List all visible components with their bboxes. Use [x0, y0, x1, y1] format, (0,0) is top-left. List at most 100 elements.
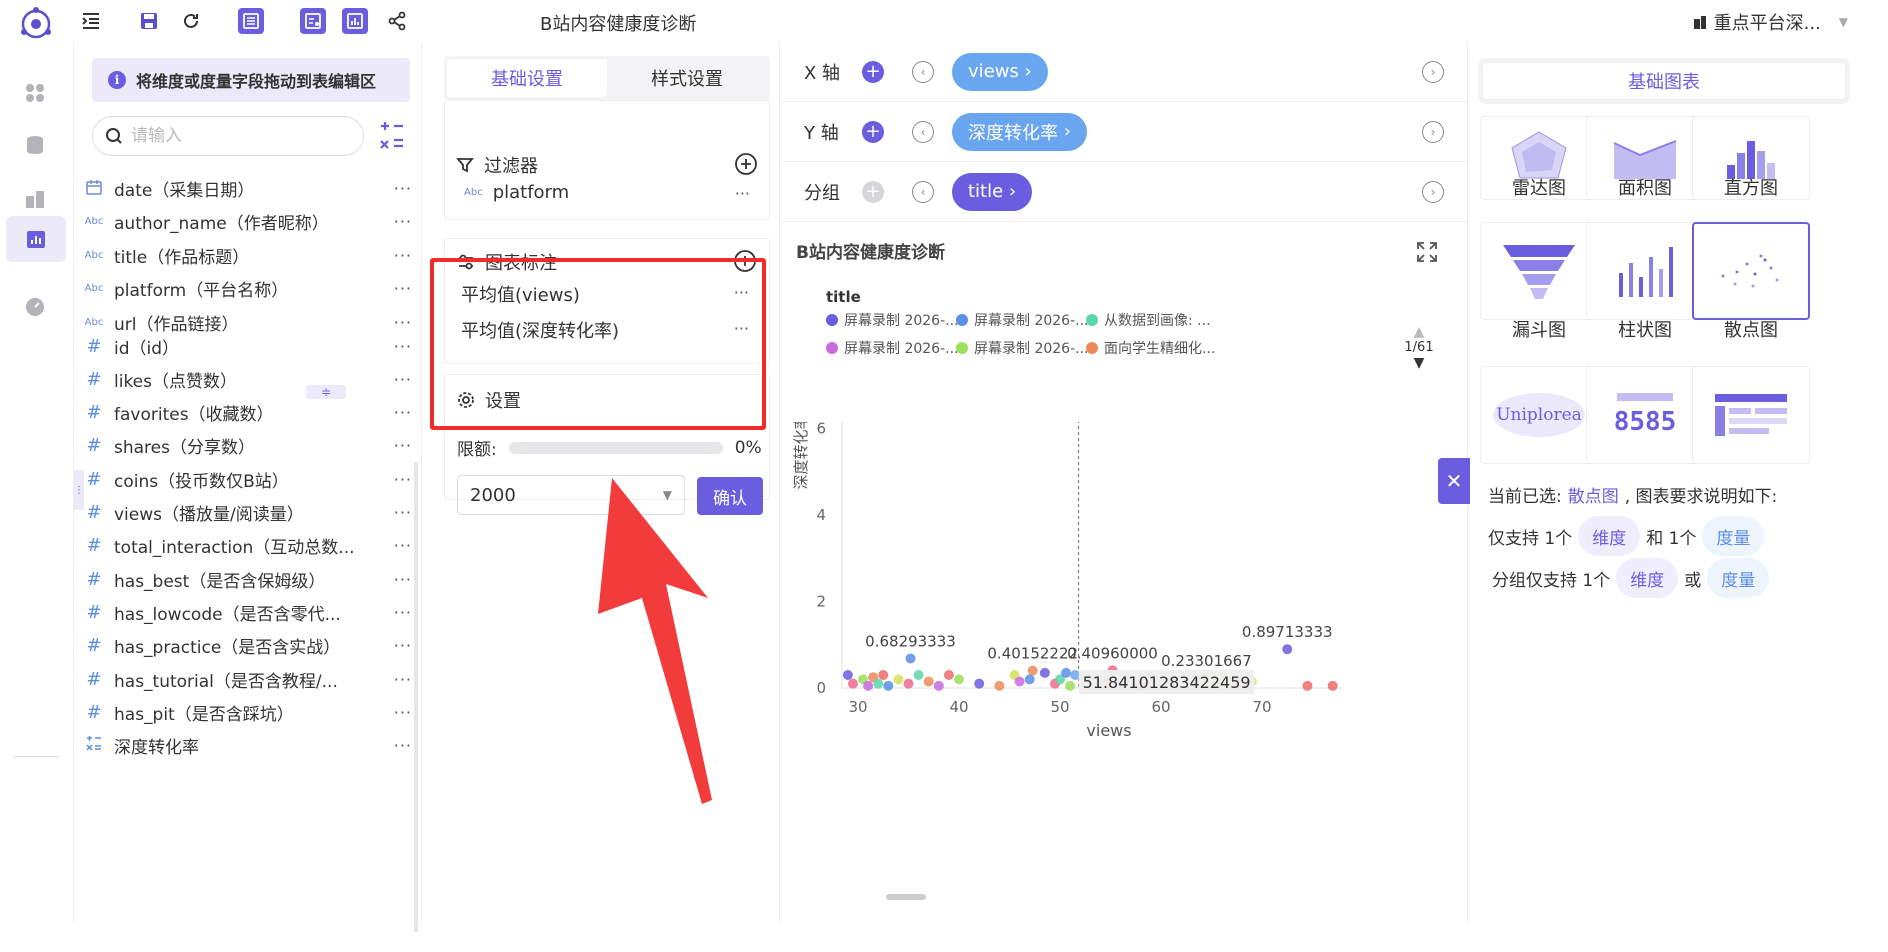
- number-type-icon: #: [86, 635, 102, 657]
- more-icon[interactable]: ···: [394, 279, 412, 298]
- refresh-icon[interactable]: [178, 8, 204, 34]
- chevron-right-icon[interactable]: ›: [1422, 60, 1444, 83]
- measure-field[interactable]: # shares（分享数） ···: [82, 430, 412, 462]
- legend-swatch: [956, 342, 968, 354]
- measure-field[interactable]: # has_practice（是否含实战） ···: [82, 630, 412, 662]
- tab-style-settings[interactable]: 样式设置: [607, 59, 767, 97]
- measure-field[interactable]: # has_lowcode（是否含零代... ···: [82, 596, 412, 628]
- chevron-left-icon[interactable]: ‹: [912, 180, 934, 203]
- field-search[interactable]: [92, 116, 364, 156]
- chart-type-wordcloud[interactable]: Uniplorea: [1480, 366, 1598, 464]
- chart-type-funnel[interactable]: [1480, 222, 1598, 320]
- field-search-input[interactable]: [131, 126, 331, 146]
- table-view-icon[interactable]: [238, 8, 264, 34]
- horizontal-scrollbar[interactable]: [886, 894, 926, 900]
- add-x-field-icon[interactable]: +: [862, 60, 884, 83]
- more-icon[interactable]: ···: [394, 403, 412, 422]
- share-icon[interactable]: [384, 8, 410, 34]
- legend-item[interactable]: 屏幕录制 2026-...: [956, 310, 1088, 330]
- toggle-sidebar-icon[interactable]: [78, 8, 104, 34]
- legend-label: 屏幕录制 2026-...: [974, 313, 1089, 329]
- more-icon[interactable]: ···: [394, 603, 412, 622]
- number-type-icon: #: [86, 502, 102, 523]
- chevron-left-icon[interactable]: ‹: [912, 120, 934, 143]
- more-icon[interactable]: ···: [394, 370, 412, 389]
- limit-input[interactable]: 2000 ▼: [457, 475, 685, 515]
- filter-icon: [456, 158, 474, 173]
- measure-field[interactable]: # likes（点赞数） ···: [82, 363, 412, 395]
- field-list-scrollbar[interactable]: [414, 462, 418, 932]
- dashboard-icon[interactable]: [20, 184, 50, 214]
- x-field-pill[interactable]: views ›: [952, 52, 1048, 91]
- confirm-button[interactable]: 确认: [697, 477, 763, 515]
- tab-basic-settings[interactable]: 基础设置: [447, 59, 607, 97]
- measure-field[interactable]: # favorites（收藏数） ···: [82, 397, 412, 429]
- measure-field[interactable]: # has_tutorial（是否含教程/... ···: [82, 663, 412, 695]
- chevron-down-icon[interactable]: ▼: [663, 488, 672, 502]
- more-icon[interactable]: ···: [394, 246, 412, 265]
- legend-item[interactable]: 屏幕录制 2026-...: [826, 338, 958, 358]
- more-icon[interactable]: ···: [394, 313, 412, 332]
- page-up-icon[interactable]: ▲: [1394, 324, 1444, 340]
- measure-field[interactable]: # has_best（是否含保姆级） ···: [82, 563, 412, 595]
- measure-field[interactable]: # total_interaction（互动总数... ···: [82, 530, 412, 562]
- more-icon[interactable]: ···: [735, 184, 750, 203]
- more-icon[interactable]: ···: [394, 536, 412, 555]
- legend-item[interactable]: 屏幕录制 2026-...: [826, 310, 958, 330]
- data-label: 0.89713333: [1242, 623, 1333, 641]
- chevron-right-icon[interactable]: ›: [1422, 180, 1444, 203]
- close-gallery-icon[interactable]: ✕: [1438, 458, 1470, 504]
- group-field-pill[interactable]: title ›: [952, 172, 1033, 211]
- measure-field[interactable]: # coins（投币数仅B站） ···: [82, 463, 412, 495]
- legend-item[interactable]: 从数据到画像: ...: [1086, 310, 1211, 330]
- dimension-field[interactable]: Abc platform（平台名称） ···: [82, 273, 412, 305]
- y-axis-row: Y 轴 + ‹ 深度转化率 › ›: [782, 102, 1468, 162]
- measure-field[interactable]: 深度转化率 ···: [82, 730, 412, 762]
- legend-item[interactable]: 面向学生精细化...: [1086, 338, 1215, 358]
- more-icon[interactable]: ···: [394, 670, 412, 689]
- workspace-selector[interactable]: 重点平台深... ▼: [1692, 9, 1848, 35]
- save-icon[interactable]: [136, 8, 162, 34]
- chart-type-table[interactable]: [1692, 366, 1810, 464]
- chart-type-bar[interactable]: [1586, 222, 1704, 320]
- apps-icon[interactable]: [20, 78, 50, 108]
- measure-field[interactable]: # views（播放量/阅读量） ···: [82, 497, 412, 529]
- more-icon[interactable]: ···: [394, 179, 412, 198]
- number-type-icon: #: [86, 435, 102, 457]
- more-icon[interactable]: ···: [394, 703, 412, 722]
- fullscreen-icon[interactable]: [1415, 240, 1439, 264]
- filter-item[interactable]: Abc platform: [464, 182, 569, 203]
- selected-chart-name[interactable]: 散点图: [1568, 482, 1619, 507]
- add-calculated-field-icon[interactable]: [378, 120, 406, 150]
- more-icon[interactable]: ···: [394, 736, 412, 755]
- chevron-left-icon[interactable]: ‹: [912, 60, 934, 83]
- measure-field[interactable]: # id（id） ···: [82, 330, 412, 362]
- dimension-field[interactable]: Abc author_name（作者昵称） ···: [82, 206, 412, 238]
- chart-type-scatter[interactable]: [1692, 222, 1810, 320]
- chart-view-icon[interactable]: [342, 8, 368, 34]
- app-logo-icon[interactable]: [18, 6, 54, 42]
- more-icon[interactable]: ···: [394, 212, 412, 231]
- more-icon[interactable]: ···: [394, 636, 412, 655]
- legend-item[interactable]: 屏幕录制 2026-...: [956, 338, 1088, 358]
- measure-field[interactable]: # has_pit（是否含踩坑） ···: [82, 696, 412, 728]
- add-filter-icon[interactable]: [734, 152, 758, 176]
- more-icon[interactable]: ···: [394, 436, 412, 455]
- dimension-field[interactable]: date（采集日期） ···: [82, 172, 412, 204]
- tab-basic-charts[interactable]: 基础图表: [1482, 62, 1846, 100]
- more-icon[interactable]: ···: [394, 470, 412, 489]
- form-settings-icon[interactable]: [300, 8, 326, 34]
- more-icon[interactable]: ···: [394, 337, 412, 356]
- database-icon[interactable]: [20, 130, 50, 160]
- add-y-field-icon[interactable]: +: [862, 120, 884, 143]
- collapse-handle-icon[interactable]: ⋮: [74, 470, 84, 510]
- chart-nav-icon[interactable]: [6, 216, 66, 262]
- gauge-icon[interactable]: [20, 292, 50, 322]
- y-field-pill[interactable]: 深度转化率 ›: [952, 112, 1087, 151]
- dimension-field[interactable]: Abc title（作品标题） ···: [82, 239, 412, 271]
- more-icon[interactable]: ···: [394, 570, 412, 589]
- more-icon[interactable]: ···: [394, 503, 412, 522]
- chevron-right-icon[interactable]: ›: [1422, 120, 1444, 143]
- page-down-icon[interactable]: ▼: [1394, 355, 1444, 371]
- chart-type-kpi[interactable]: 8585: [1586, 366, 1704, 464]
